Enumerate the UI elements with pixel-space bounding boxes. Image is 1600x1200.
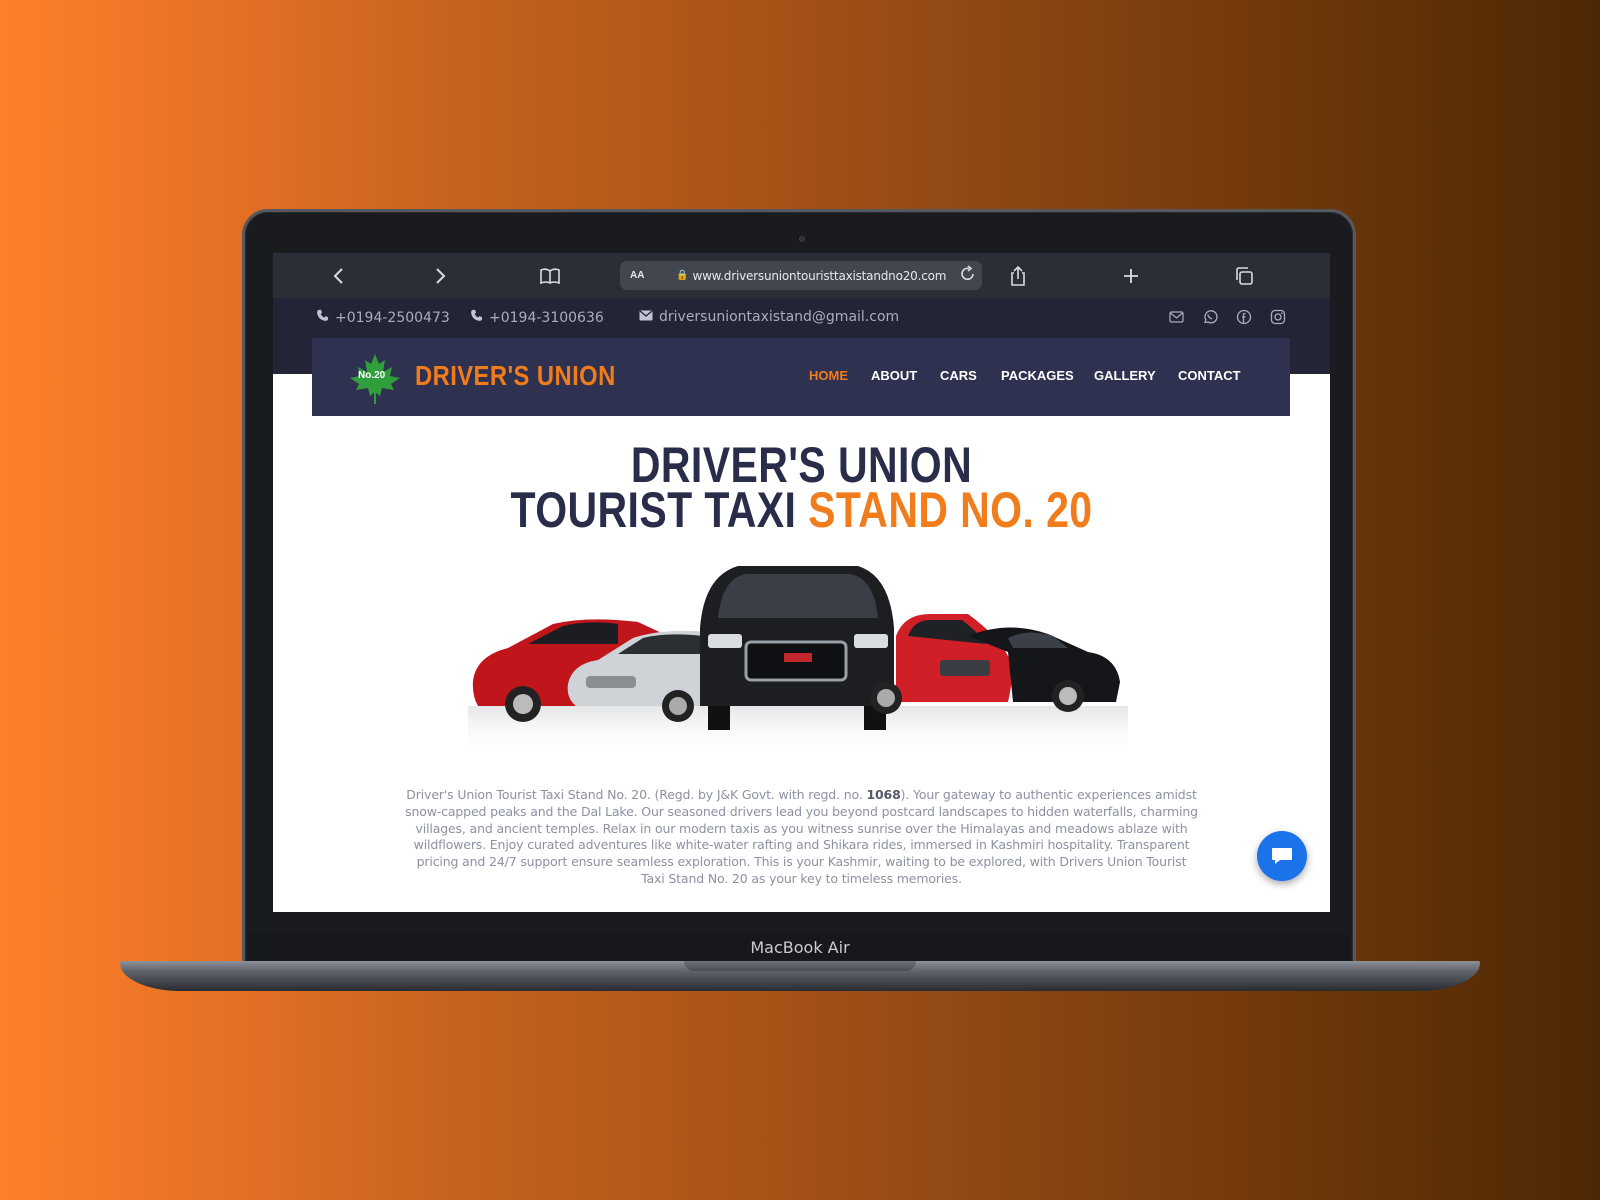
chat-bubble-icon — [1272, 848, 1292, 864]
logo-badge: No.20 — [358, 370, 386, 381]
contact-topbar: +0194-2500473 +0194-3100636 driversunion… — [273, 298, 1330, 338]
laptop-brand-label: MacBook Air — [750, 938, 850, 957]
browser-toolbar: AA 🔒 www.driversuniontouristtaxistandno2… — [273, 253, 1330, 298]
black-suv — [700, 566, 894, 730]
nav-gallery[interactable]: GALLERY — [1094, 368, 1156, 383]
share-icon[interactable] — [998, 253, 1038, 298]
whatsapp-icon[interactable] — [1200, 307, 1220, 327]
address-bar[interactable]: AA 🔒 www.driversuniontouristtaxistandno2… — [620, 261, 982, 290]
nav-about[interactable]: ABOUT — [871, 368, 917, 383]
camera — [799, 236, 805, 242]
navbar: No.20 DRIVER'S UNION HOME ABOUT CARS PAC… — [312, 338, 1290, 416]
phone-icon — [470, 309, 483, 326]
reload-icon[interactable] — [960, 264, 976, 287]
phone-1-text: +0194-2500473 — [335, 309, 450, 326]
mail-icon[interactable] — [1166, 307, 1186, 327]
chat-button[interactable] — [1257, 831, 1307, 881]
bookmarks-icon[interactable] — [530, 253, 570, 298]
url-text[interactable]: www.driversuniontouristtaxistandno20.com — [692, 269, 946, 283]
registration-number: 1068 — [866, 787, 901, 802]
nav-cars[interactable]: CARS — [940, 368, 977, 383]
hero-title-line-2: TOURIST TAXI STAND NO. 20 — [368, 481, 1235, 539]
lock-icon: 🔒 — [676, 270, 689, 281]
text-size-button[interactable]: AA — [630, 270, 654, 281]
logo-text[interactable]: DRIVER'S UNION — [415, 360, 616, 392]
nav-home[interactable]: HOME — [809, 368, 848, 383]
phone-icon — [316, 309, 329, 326]
phone-2-text: +0194-3100636 — [489, 309, 604, 326]
hero-title-prefix: TOURIST TAXI — [510, 482, 809, 538]
facebook-icon[interactable] — [1234, 307, 1254, 327]
envelope-icon — [639, 310, 653, 325]
nav-contact[interactable]: CONTACT — [1178, 368, 1241, 383]
back-icon[interactable] — [318, 253, 358, 298]
phone-1[interactable]: +0194-2500473 — [316, 309, 450, 326]
cars-fleet-image — [468, 566, 1128, 756]
laptop-notch — [684, 961, 916, 971]
instagram-icon[interactable] — [1268, 307, 1288, 327]
intro-paragraph: Driver's Union Tourist Taxi Stand No. 20… — [403, 787, 1200, 888]
phone-2[interactable]: +0194-3100636 — [470, 309, 604, 326]
screen: AA 🔒 www.driversuniontouristtaxistandno2… — [273, 253, 1330, 912]
forward-icon[interactable] — [421, 253, 461, 298]
hero-title-accent: STAND NO. 20 — [808, 482, 1093, 538]
new-tab-icon[interactable] — [1111, 253, 1151, 298]
nav-packages[interactable]: PACKAGES — [1001, 368, 1074, 383]
tabs-overview-icon[interactable] — [1224, 253, 1264, 298]
email-text: driversuniontaxistand@gmail.com — [659, 309, 900, 325]
email[interactable]: driversuniontaxistand@gmail.com — [639, 309, 899, 325]
intro-text-part-1: Driver's Union Tourist Taxi Stand No. 20… — [406, 787, 867, 802]
